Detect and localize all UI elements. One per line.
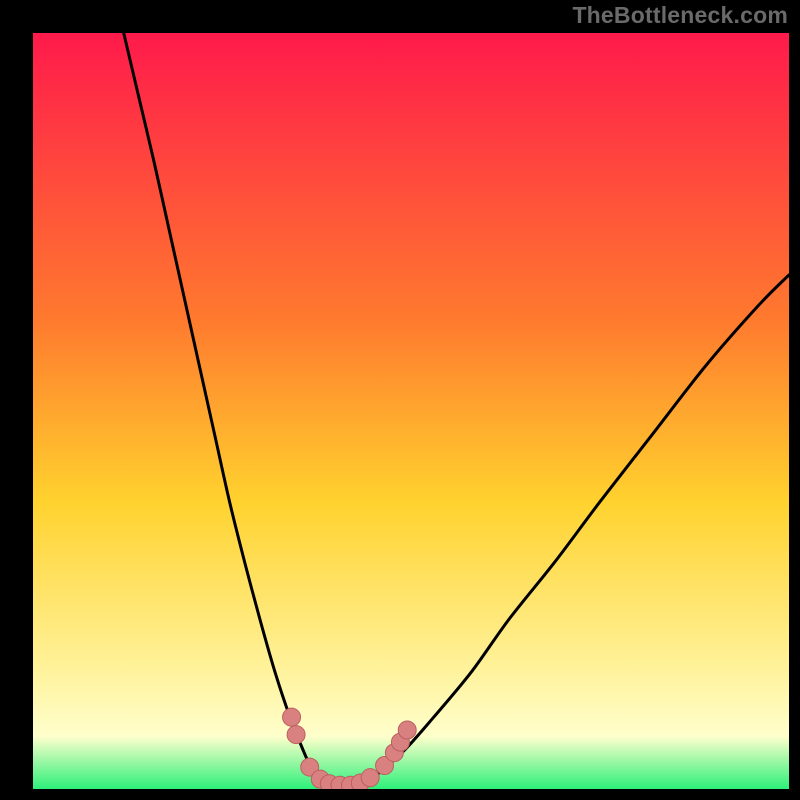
plot-area: [33, 33, 789, 789]
chart-frame: TheBottleneck.com: [0, 0, 800, 800]
curve-marker: [398, 721, 416, 739]
gradient-background: [33, 33, 789, 789]
curve-marker: [361, 769, 379, 787]
curve-marker: [283, 708, 301, 726]
watermark-text: TheBottleneck.com: [572, 2, 788, 29]
curve-marker: [287, 726, 305, 744]
chart-svg: [33, 33, 789, 789]
